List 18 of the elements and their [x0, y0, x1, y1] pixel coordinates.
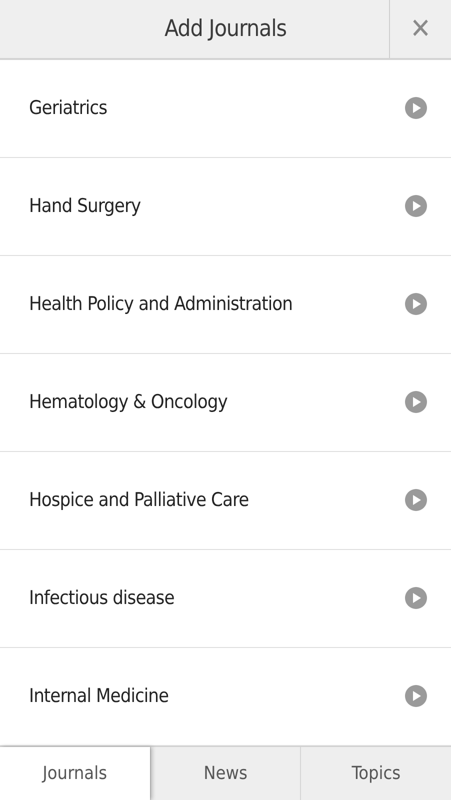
play-icon — [405, 587, 427, 610]
play-icon — [405, 195, 427, 218]
play-icon — [405, 489, 427, 512]
play-icon — [405, 391, 427, 414]
journal-row[interactable]: Hand Surgery — [0, 158, 451, 256]
play-icon — [405, 293, 427, 316]
play-icon — [405, 97, 427, 120]
tab[interactable]: Journals — [0, 746, 150, 800]
journal-row[interactable]: Infectious disease — [0, 550, 451, 648]
journal-row[interactable]: Geriatrics — [0, 60, 451, 158]
tab[interactable]: News — [150, 746, 300, 800]
tab[interactable]: Topics — [300, 746, 451, 800]
play-icon — [405, 685, 427, 708]
journal-row[interactable]: Hematology & Oncology — [0, 354, 451, 452]
header-title: Add Journals — [164, 14, 286, 44]
journal-row[interactable]: Health Policy and Administration — [0, 256, 451, 354]
journal-row[interactable]: Hospice and Palliative Care — [0, 452, 451, 550]
journal-row[interactable]: Internal Medicine — [0, 648, 451, 746]
